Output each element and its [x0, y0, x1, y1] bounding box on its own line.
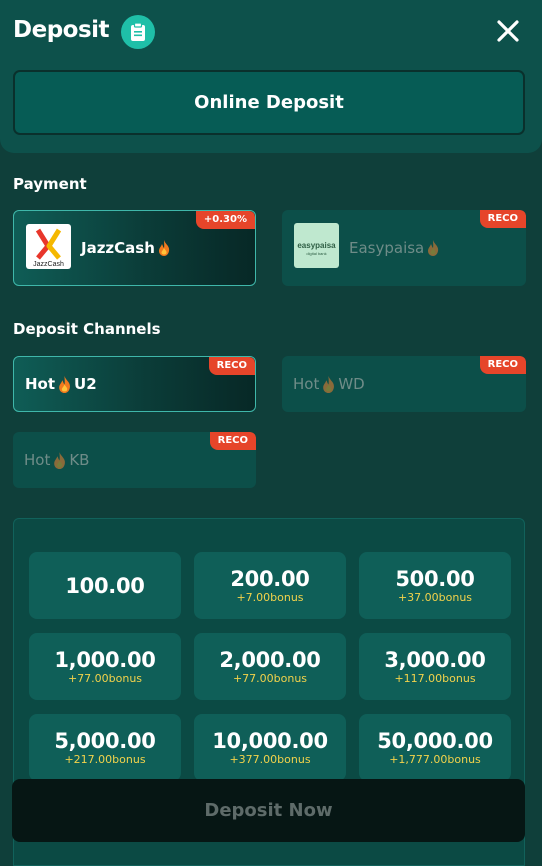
payment-method-jazzcash[interactable]: JazzCash JazzCash +0.30%: [13, 210, 256, 286]
clipboard-icon[interactable]: [121, 15, 155, 49]
deposit-now-button[interactable]: Deposit Now: [12, 779, 525, 842]
amount-bonus: +77.00bonus: [67, 671, 143, 685]
flame-icon: [54, 451, 66, 469]
amount-bonus: +117.00bonus: [394, 671, 476, 685]
amount-option[interactable]: 500.00 +37.00bonus: [359, 552, 511, 619]
payment-method-label: JazzCash: [81, 211, 173, 285]
flame-icon: [158, 240, 170, 256]
amount-option[interactable]: 3,000.00 +117.00bonus: [359, 633, 511, 700]
amount-option[interactable]: 50,000.00 +1,777.00bonus: [359, 714, 511, 781]
payment-method-easypaisa[interactable]: easypaisa digital bank Easypaisa RECO: [282, 210, 526, 286]
amount-option[interactable]: 2,000.00 +77.00bonus: [194, 633, 346, 700]
channel-label: Hot KB: [24, 451, 90, 469]
flame-icon: [323, 375, 335, 393]
flame-icon: [428, 240, 439, 256]
svg-text:digital bank: digital bank: [306, 251, 326, 256]
bonus-badge: +0.30%: [195, 211, 255, 229]
svg-text:easypaisa: easypaisa: [297, 241, 336, 250]
channels-section-label: Deposit Channels: [13, 320, 161, 338]
online-deposit-button[interactable]: Online Deposit: [13, 70, 525, 135]
svg-text:JazzCash: JazzCash: [33, 261, 64, 268]
easypaisa-logo: easypaisa digital bank: [294, 223, 339, 268]
amount-option[interactable]: 10,000.00 +377.00bonus: [194, 714, 346, 781]
reco-badge: RECO: [209, 432, 256, 450]
amount-value: 200.00: [230, 566, 310, 591]
close-icon: [497, 20, 519, 42]
channel-label: Hot U2: [25, 375, 97, 393]
amount-bonus: +7.00bonus: [236, 590, 304, 604]
amount-value: 5,000.00: [54, 728, 156, 753]
amount-value: 100.00: [65, 573, 145, 598]
jazzcash-logo: JazzCash: [26, 224, 71, 269]
reco-badge: RECO: [208, 357, 255, 375]
channel-hot-u2[interactable]: Hot U2 RECO: [13, 356, 256, 412]
channel-hot-kb[interactable]: Hot KB RECO: [13, 432, 256, 488]
reco-badge: RECO: [479, 356, 526, 374]
amount-bonus: +377.00bonus: [229, 752, 311, 766]
amount-value: 2,000.00: [219, 647, 321, 672]
page-title: Deposit: [13, 17, 110, 43]
reco-badge: RECO: [479, 210, 526, 228]
amount-bonus: +77.00bonus: [232, 671, 308, 685]
close-button[interactable]: [492, 15, 524, 47]
amount-option[interactable]: 1,000.00 +77.00bonus: [29, 633, 181, 700]
amount-option[interactable]: 200.00 +7.00bonus: [194, 552, 346, 619]
amount-value: 1,000.00: [54, 647, 156, 672]
payment-section-label: Payment: [13, 175, 87, 193]
amount-value: 500.00: [395, 566, 475, 591]
amount-option[interactable]: 5,000.00 +217.00bonus: [29, 714, 181, 781]
amount-value: 3,000.00: [384, 647, 486, 672]
amount-value: 50,000.00: [377, 728, 493, 753]
channel-label: Hot WD: [293, 375, 365, 393]
flame-icon: [59, 375, 70, 393]
channel-hot-wd[interactable]: Hot WD RECO: [282, 356, 526, 412]
amount-bonus: +217.00bonus: [64, 752, 146, 766]
amount-value: 10,000.00: [212, 728, 328, 753]
payment-method-label: Easypaisa: [349, 210, 442, 286]
amount-bonus: +1,777.00bonus: [389, 752, 481, 766]
amount-bonus: +37.00bonus: [397, 590, 473, 604]
amount-option[interactable]: 100.00: [29, 552, 181, 619]
